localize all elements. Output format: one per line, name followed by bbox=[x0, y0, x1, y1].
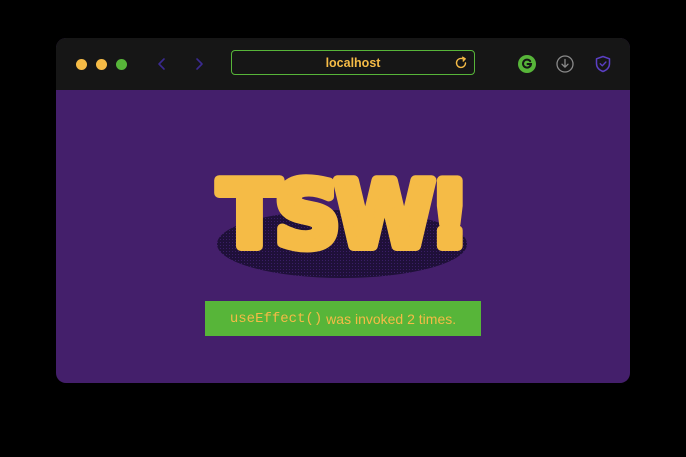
chevron-left-icon bbox=[158, 58, 165, 70]
effect-message: useEffect() was invoked 2 times. bbox=[205, 301, 481, 336]
download-icon[interactable] bbox=[555, 54, 575, 74]
page-content: TSW! useEffect() was invoked 2 times. bbox=[56, 90, 630, 383]
tsw-logo: TSW! bbox=[214, 158, 473, 278]
address-text: localhost bbox=[325, 56, 381, 70]
shield-icon[interactable] bbox=[593, 54, 613, 74]
back-button[interactable] bbox=[152, 54, 172, 74]
browser-window: localhost TSW! useEffect() was invoked 2… bbox=[56, 38, 630, 383]
browser-toolbar: localhost bbox=[56, 38, 630, 90]
chevron-right-icon bbox=[196, 58, 203, 70]
forward-button[interactable] bbox=[189, 54, 209, 74]
minimize-window-button[interactable] bbox=[96, 59, 107, 70]
maximize-window-button[interactable] bbox=[116, 59, 127, 70]
grammarly-icon[interactable] bbox=[517, 54, 537, 74]
address-bar[interactable]: localhost bbox=[231, 50, 475, 75]
message-code: useEffect() bbox=[229, 310, 323, 327]
logo-text: TSW! bbox=[219, 163, 466, 268]
message-text: was invoked 2 times. bbox=[322, 310, 457, 327]
close-window-button[interactable] bbox=[76, 59, 87, 70]
reload-icon[interactable] bbox=[453, 55, 469, 71]
